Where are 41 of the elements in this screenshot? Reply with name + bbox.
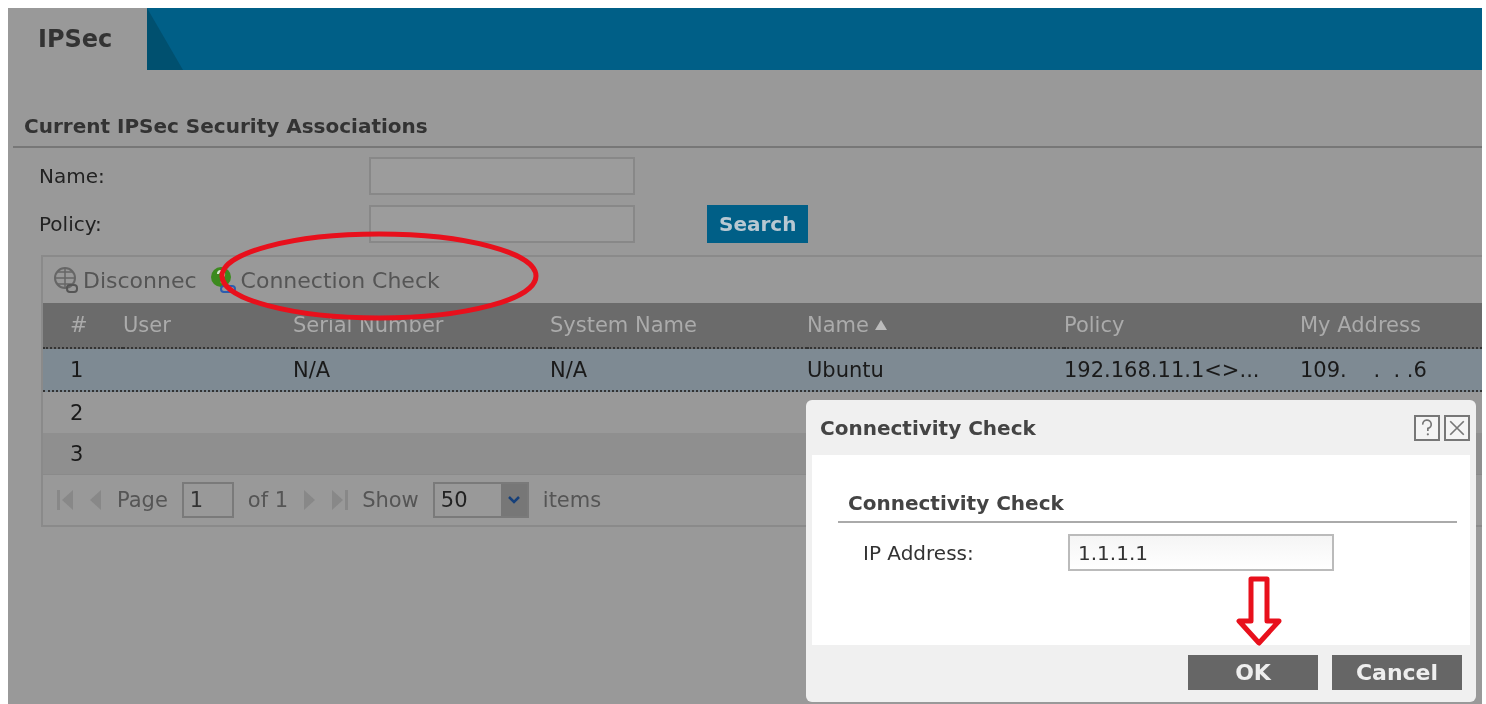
- tab[interactable]: IPSec: [8, 8, 147, 70]
- field-label: IP Address:: [863, 540, 975, 565]
- column-header[interactable]: System Name: [550, 303, 807, 349]
- help-link-icon: [208, 266, 237, 294]
- table-cell-text: Ubuntu: [807, 356, 885, 384]
- table-cell-text: 109. . . .6: [1300, 356, 1428, 384]
- column-header[interactable]: My Address: [1300, 303, 1482, 349]
- caret-icon: [507, 496, 520, 504]
- column-header[interactable]: Name: [807, 303, 1064, 349]
- pager-label: Page: [117, 488, 168, 512]
- table-cell-text: 192.168.11.1<>...: [1064, 356, 1261, 384]
- field-label: Policy:: [39, 212, 103, 236]
- table-cell-text: 1: [69, 356, 85, 384]
- sort-up-icon: [874, 320, 887, 330]
- items-dropdown[interactable]: 50: [432, 482, 529, 518]
- section-title: Current IPSec Security Associations: [24, 114, 429, 138]
- table-row[interactable]: 1 N/A N/A Ubuntu 192.168.11.1<>... 109. . . .6: [43, 349, 1482, 392]
- table-cell-text: N/A: [293, 356, 332, 384]
- input-field[interactable]: 1.1.1.1: [1068, 534, 1334, 571]
- field-label: Name:: [39, 164, 106, 188]
- close-icon[interactable]: [1444, 414, 1470, 441]
- globe-icon: [53, 266, 79, 294]
- search-button[interactable]: Search: [707, 205, 809, 243]
- table-cell-text: 3: [69, 440, 85, 468]
- table-cell-text: N/A: [550, 356, 589, 384]
- pager-label: Show: [362, 488, 419, 512]
- page-input[interactable]: 1: [181, 482, 234, 518]
- toolbar-button[interactable]: Connection Check: [208, 266, 440, 294]
- help-icon[interactable]: [1414, 414, 1440, 441]
- table-cell-text: 2: [69, 399, 85, 427]
- column-header[interactable]: Policy: [1064, 303, 1300, 349]
- pager-label: items: [542, 488, 602, 512]
- tab-corner: [147, 8, 183, 70]
- ok-button[interactable]: OK: [1188, 655, 1318, 690]
- column-header[interactable]: User: [123, 303, 293, 349]
- pager-label: of 1: [247, 488, 289, 512]
- cancel-button[interactable]: Cancel: [1332, 655, 1462, 690]
- input-field[interactable]: [369, 205, 635, 243]
- section-title: Connectivity Check: [838, 491, 1457, 523]
- column-header[interactable]: #: [43, 303, 123, 349]
- toolbar-button[interactable]: Disconnec: [53, 266, 197, 294]
